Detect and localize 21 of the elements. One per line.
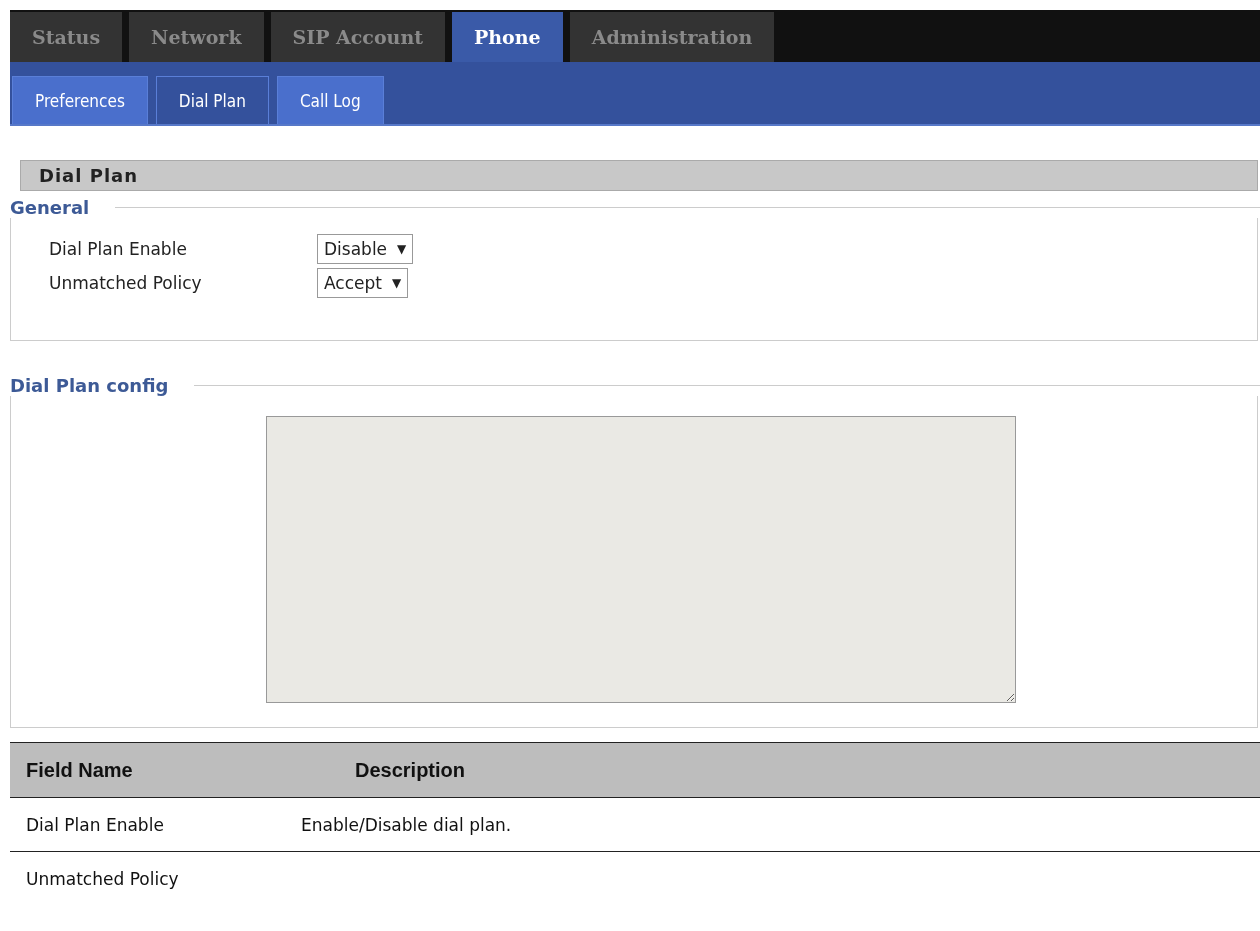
field-label: Unmatched Policy <box>49 272 202 295</box>
table-cell-text: Unmatched Policy <box>25 868 180 889</box>
group-legend: General <box>10 197 90 218</box>
sub-tab[interactable]: Call Log <box>276 76 384 124</box>
field-label: Dial Plan Enable <box>49 238 187 261</box>
sub-tab[interactable]: Preferences <box>12 76 148 124</box>
dial-plan-textarea[interactable] <box>266 416 1016 703</box>
nav-tab[interactable]: Network <box>129 12 264 62</box>
table-cell-text: Enable/Disable dial plan. <box>300 814 513 835</box>
dropdown[interactable]: Accept ▼ <box>317 268 409 298</box>
dropdown[interactable]: Disable ▼ <box>317 234 414 264</box>
sub-tab[interactable]: Dial Plan <box>155 76 269 124</box>
section-title: Dial Plan <box>20 160 1258 191</box>
nav-tab[interactable]: Status <box>10 12 123 62</box>
nav-tab[interactable]: Administration <box>569 12 775 62</box>
column-header: Description <box>354 758 467 782</box>
nav-tab[interactable]: Phone <box>452 12 563 62</box>
nav-tab[interactable]: SIP Account <box>270 12 445 62</box>
table-cell-text: Dial Plan Enable <box>25 814 165 835</box>
group-legend: Dial Plan config <box>10 375 169 396</box>
column-header: Field Name <box>25 758 134 782</box>
